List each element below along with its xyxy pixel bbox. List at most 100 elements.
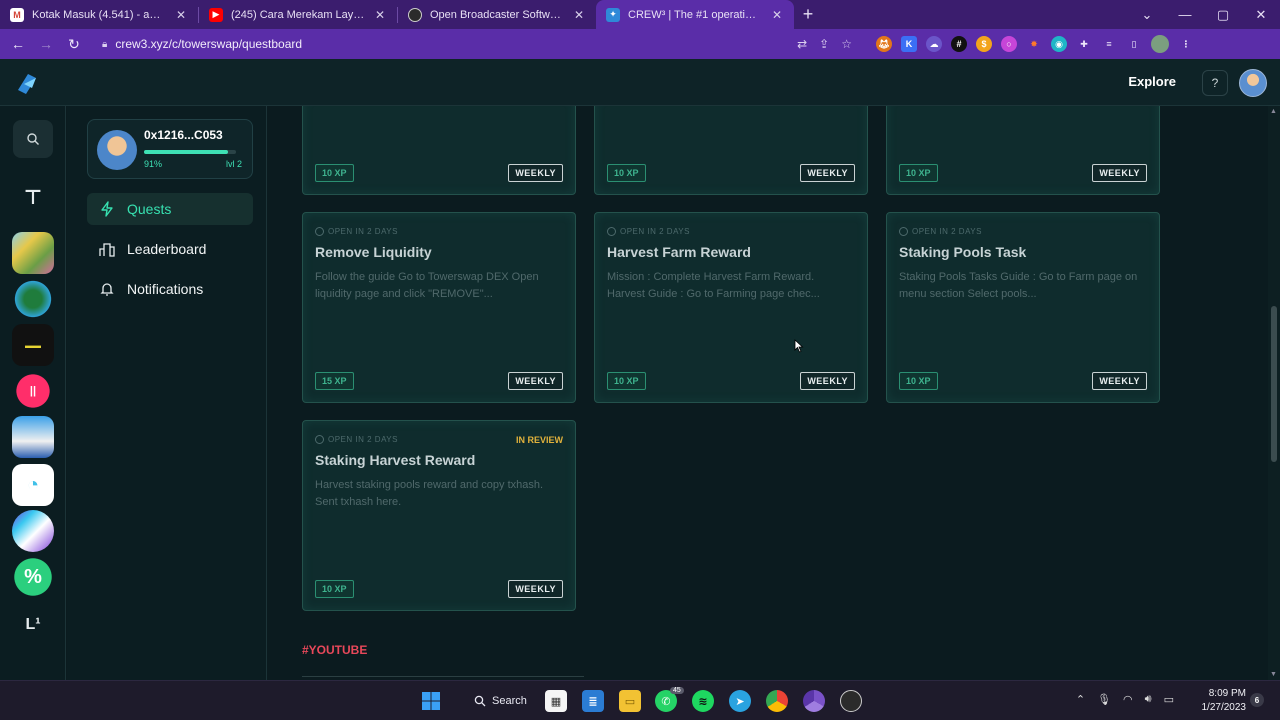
youtube-icon: ▶ [209, 7, 223, 22]
xp-progress-fill [144, 150, 228, 154]
address-bar[interactable]: 🔒︎ crew3.xyz/c/towerswap/questboard ⇄ ⇪ … [92, 32, 862, 56]
keplr-icon[interactable]: K [901, 36, 917, 52]
file-explorer-icon[interactable]: ▭ [619, 690, 641, 712]
taskbar-search[interactable]: Search [464, 689, 537, 713]
notepad-icon[interactable]: ≣ [582, 690, 604, 712]
open-in-text: OPEN IN 2 DAYS [328, 435, 398, 444]
clock-icon [315, 435, 324, 444]
browser-toolbar: ← → ↻ 🔒︎ crew3.xyz/c/towerswap/questboar… [0, 29, 1280, 59]
quest-card-remove-liquidity[interactable]: OPEN IN 2 DAYS Remove Liquidity Follow t… [302, 212, 576, 403]
side-panel-icon[interactable]: ▯ [1126, 36, 1142, 52]
search-icon [474, 695, 486, 707]
new-tab-button[interactable]: + [794, 4, 822, 25]
nav-label: Quests [127, 201, 172, 217]
community-cartoon[interactable] [12, 416, 54, 458]
community-collage[interactable] [12, 232, 54, 274]
taskbar-clock[interactable]: 8:09 PM 1/27/2023 [1202, 687, 1247, 715]
forward-icon[interactable]: → [36, 36, 56, 52]
quest-card-staking-harvest-reward[interactable]: OPEN IN 2 DAYS IN REVIEW Staking Harvest… [302, 420, 576, 611]
close-icon[interactable]: ✕ [174, 8, 188, 22]
open-in-label: OPEN IN 2 DAYS [315, 435, 398, 444]
star-icon[interactable]: ☆ [841, 37, 852, 51]
xp-progress-label: 91% [144, 159, 163, 169]
browser-tab-obs[interactable]: Open Broadcaster Software | OBS ✕ [398, 0, 596, 29]
browser-tab-youtube[interactable]: ▶ (245) Cara Merekam Layar Laptop ✕ [199, 0, 397, 29]
reload-icon[interactable]: ↻ [64, 36, 84, 53]
nav-leaderboard[interactable]: Leaderboard [87, 233, 253, 265]
extension-cloud-icon[interactable]: ☁ [926, 36, 942, 52]
community-drop[interactable]: ◔ [12, 464, 54, 506]
scroll-down-icon[interactable]: ▼ [1270, 671, 1277, 678]
quest-card-harvest-farm-reward[interactable]: OPEN IN 2 DAYS Harvest Farm Reward Missi… [594, 212, 868, 403]
metamask-icon[interactable]: 🦊︎ [876, 36, 892, 52]
close-window-icon[interactable]: ✕ [1242, 7, 1280, 23]
extension-globe-icon[interactable]: ◉ [1051, 36, 1067, 52]
extension-spark-icon[interactable]: ✸ [1026, 36, 1042, 52]
menu-kebab-icon[interactable]: ⋮ [1178, 36, 1194, 52]
help-button[interactable]: ? [1202, 70, 1228, 96]
back-icon[interactable]: ← [8, 36, 28, 52]
url-text: crew3.xyz/c/towerswap/questboard [115, 37, 303, 51]
volume-icon[interactable]: 🔊︎ [1145, 693, 1152, 706]
community-green-emblem[interactable] [12, 278, 54, 320]
reading-list-icon[interactable]: ≡ [1101, 36, 1117, 52]
community-ribbon[interactable] [12, 510, 54, 552]
community-yellow-banner[interactable]: ▬▬ [12, 324, 54, 366]
quest-card[interactable]: 10 XP WEEKLY [302, 106, 576, 195]
user-avatar[interactable] [1239, 69, 1267, 97]
scroll-up-icon[interactable]: ▲ [1270, 108, 1277, 115]
community-pink-circle[interactable]: || [12, 370, 54, 412]
extension-circle-icon[interactable]: ○ [1001, 36, 1017, 52]
quest-card[interactable]: 10 XP WEEKLY [594, 106, 868, 195]
community-towerswap[interactable]: ⊤ [12, 176, 54, 218]
profile-avatar-icon[interactable] [1151, 35, 1169, 53]
share-icon[interactable]: ⇪ [819, 37, 829, 51]
scrollbar-thumb[interactable] [1271, 306, 1277, 462]
translate-icon[interactable]: ⇄ [797, 37, 807, 51]
close-icon[interactable]: ✕ [572, 8, 586, 22]
extension-hashtag-icon[interactable]: # [951, 36, 967, 52]
tab-title: Kotak Masuk (4.541) - ahmadsup [32, 8, 166, 21]
nav-notifications[interactable]: Notifications [87, 273, 253, 305]
nav-label: Leaderboard [127, 241, 207, 257]
community-l1[interactable]: L¹ [12, 604, 54, 646]
maximize-icon[interactable]: ▢ [1204, 7, 1242, 23]
windows-start-icon[interactable] [420, 690, 442, 712]
chrome-icon[interactable] [766, 690, 788, 712]
crew3-logo-icon[interactable] [14, 70, 40, 96]
minimize-icon[interactable]: — [1166, 7, 1204, 22]
show-hidden-icons-icon[interactable]: ⌃ [1076, 693, 1085, 706]
close-icon[interactable]: ✕ [770, 8, 784, 22]
browser-tab-crew3[interactable]: ✦ CREW³ | The #1 operating system ✕ [596, 0, 794, 29]
close-icon[interactable]: ✕ [373, 8, 387, 22]
chrome-profile-icon[interactable] [803, 690, 825, 712]
clock-icon [315, 227, 324, 236]
leaderboard-icon [99, 243, 115, 257]
community-percent[interactable]: % [12, 556, 54, 598]
quest-title: Staking Pools Task [899, 244, 1027, 260]
quest-card-staking-pools-task[interactable]: OPEN IN 2 DAYS Staking Pools Task Stakin… [886, 212, 1160, 403]
taskbar-search-label: Search [492, 695, 527, 707]
open-in-label: OPEN IN 2 DAYS [899, 227, 982, 236]
battery-icon[interactable]: ▭ [1164, 693, 1174, 706]
nav-quests[interactable]: Quests [87, 193, 253, 225]
profile-name: 0x1216...C053 [144, 128, 223, 142]
microphone-icon[interactable]: 🎙︎ [1097, 693, 1111, 706]
section-title-youtube: #YOUTUBE [302, 643, 368, 657]
notification-center-icon[interactable]: 6 [1250, 693, 1264, 707]
community-search-button[interactable] [13, 120, 53, 158]
explore-link[interactable]: Explore [1128, 74, 1176, 89]
nav-label: Notifications [127, 281, 204, 297]
store-icon[interactable]: ▦ [545, 690, 567, 712]
quest-card[interactable]: 10 XP WEEKLY [886, 106, 1160, 195]
extension-coin-icon[interactable]: $ [976, 36, 992, 52]
browser-tab-gmail[interactable]: M Kotak Masuk (4.541) - ahmadsup ✕ [0, 0, 198, 29]
page-scrollbar[interactable]: ▲ ▼ [1268, 106, 1280, 680]
spotify-icon[interactable]: ≋ [692, 690, 714, 712]
obs-icon[interactable] [840, 690, 862, 712]
wifi-icon[interactable]: ◠ [1123, 693, 1133, 706]
extensions-puzzle-icon[interactable]: ✚ [1076, 36, 1092, 52]
telegram-icon[interactable]: ➤ [729, 690, 751, 712]
profile-card[interactable]: 0x1216...C053 91% lvl 2 [87, 119, 253, 179]
tab-search-icon[interactable]: ⌄ [1128, 7, 1166, 23]
